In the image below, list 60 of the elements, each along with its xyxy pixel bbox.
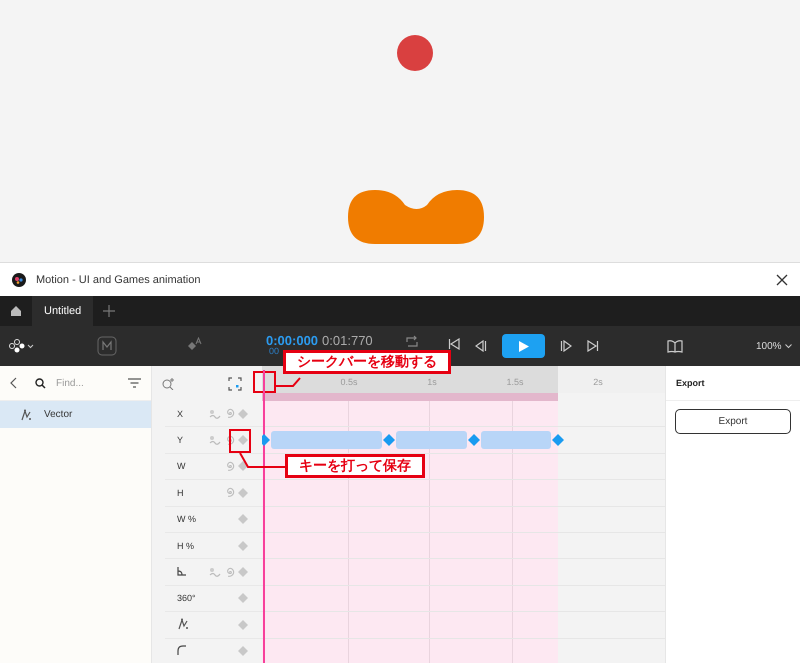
- export-button[interactable]: Export: [675, 409, 791, 434]
- property-label: W: [177, 461, 186, 472]
- add-zoom-button[interactable]: [162, 377, 175, 390]
- corner-radius-icon: [177, 645, 187, 656]
- keyframe-marker[interactable]: [468, 434, 480, 446]
- search-icon: [35, 378, 46, 388]
- window-title: Motion - UI and Games animation: [36, 274, 202, 286]
- close-button[interactable]: [776, 274, 788, 286]
- chevron-down-icon[interactable]: [784, 344, 792, 348]
- total-time: 0:01:770: [322, 334, 373, 347]
- file-tab[interactable]: Untitled: [32, 296, 94, 326]
- property-label: H: [177, 488, 184, 498]
- highlight-frame: [253, 371, 276, 393]
- path-icon: [177, 618, 189, 630]
- property-label: H %: [177, 540, 196, 551]
- step-back-button[interactable]: [475, 340, 487, 352]
- search-field[interactable]: Find...: [54, 376, 120, 390]
- panel-title: Export: [666, 366, 800, 401]
- skip-end-button[interactable]: [587, 340, 599, 352]
- easing-icon[interactable]: [209, 567, 221, 578]
- loop-button[interactable]: [405, 335, 419, 349]
- callout-text: シークバーを移動する: [283, 350, 451, 374]
- keyframe-marker[interactable]: [552, 434, 564, 446]
- tick-label: 1.5s: [506, 377, 524, 388]
- current-time: 0:00:000: [266, 334, 318, 347]
- tick-label: 1s: [427, 377, 437, 388]
- easing-icon[interactable]: [209, 408, 221, 419]
- zoom-dropdown[interactable]: 100%: [750, 340, 798, 352]
- leader-line: [239, 452, 285, 468]
- layer-item[interactable]: Vector: [0, 401, 151, 428]
- home-icon[interactable]: [10, 305, 22, 317]
- skip-start-button[interactable]: [448, 338, 460, 350]
- play-icon[interactable]: [518, 340, 528, 352]
- app-logo-icon: [12, 272, 26, 286]
- filter-button[interactable]: [128, 378, 141, 388]
- play-button[interactable]: [502, 334, 545, 358]
- angle-icon: [177, 566, 187, 576]
- layer-name: Vector: [44, 409, 72, 420]
- plus-icon[interactable]: [103, 305, 116, 317]
- circle-shape: [397, 35, 433, 71]
- components-menu-button[interactable]: [8, 339, 34, 353]
- keyframe-icon[interactable]: [238, 461, 248, 472]
- highlight-frame: [229, 429, 251, 453]
- frame-counter: 00: [269, 347, 280, 356]
- property-label: 360°: [177, 593, 197, 604]
- leader-line: [276, 377, 301, 387]
- tick-label: 0.5s: [340, 377, 358, 388]
- tick-label: 2s: [593, 377, 603, 388]
- property-label: Y: [177, 435, 184, 446]
- step-forward-button[interactable]: [560, 340, 572, 352]
- fit-view-button[interactable]: [228, 376, 242, 390]
- property-label: W %: [177, 514, 197, 524]
- keyframe-marker[interactable]: [382, 434, 395, 446]
- path-icon: [20, 408, 32, 420]
- callout-text: キーを打って保存: [285, 454, 425, 478]
- book-icon[interactable]: [667, 340, 683, 352]
- spiral-icon[interactable]: [224, 434, 235, 446]
- property-label: X: [177, 408, 184, 419]
- motion-button[interactable]: [97, 336, 117, 356]
- back-button[interactable]: [10, 377, 17, 389]
